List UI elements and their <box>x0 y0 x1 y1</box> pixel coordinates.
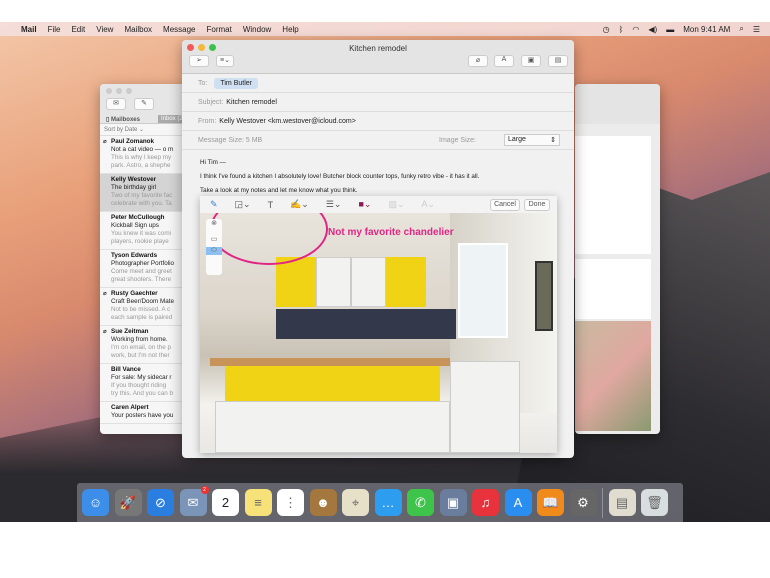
dock-safari-icon[interactable]: ⊘ <box>147 489 174 516</box>
attachment-icon: ⌀ <box>103 139 107 145</box>
dock-contacts-icon[interactable]: ☻ <box>309 489 337 516</box>
photo-browser-icon[interactable]: ▣ <box>521 55 541 67</box>
message-viewer-window <box>575 84 660 434</box>
fill-color-icon[interactable]: ▨⌄ <box>388 199 404 210</box>
menu-edit[interactable]: Edit <box>71 25 85 34</box>
attach-icon[interactable]: ⌀ <box>468 55 488 67</box>
dock-notes-icon[interactable]: ≡ <box>244 489 272 516</box>
to-field[interactable]: To: Tim Butler <box>182 74 574 93</box>
dock-calendar-icon[interactable]: 2 <box>212 489 239 516</box>
font-icon[interactable]: A⌄ <box>421 199 435 210</box>
annotation-text[interactable]: Not my favorite chandelier <box>328 227 454 238</box>
message-list-item[interactable]: ⌀ Sue Zeitman Working from home. I'm on ema… <box>100 326 190 364</box>
recipient-token[interactable]: Tim Butler <box>214 77 258 89</box>
attachment-icon: ⌀ <box>103 291 107 297</box>
get-mail-button[interactable]: ✉ <box>106 98 126 110</box>
cancel-button[interactable]: Cancel <box>490 199 520 211</box>
mailboxes-button[interactable]: ▯ Mailboxes <box>106 116 140 123</box>
dock-messages-icon[interactable]: … <box>374 489 402 516</box>
markup-editor: ✎ ◲⌄ T ✍⌄ ☰⌄ ■⌄ ▨⌄ A⌄ Cancel Done Not my… <box>200 196 557 453</box>
image-size-select[interactable]: Large ⇕ <box>504 134 560 146</box>
message-list-item[interactable]: Bill Vance For sale: My sidecar r If you t… <box>100 364 190 402</box>
notification-center-icon[interactable]: ☰ <box>753 25 760 34</box>
message-list-item[interactable]: Tyson Edwards Photographer Portfolio Come … <box>100 250 190 288</box>
message-list-item[interactable]: Caren Alpert Your posters have you <box>100 402 190 424</box>
dock-app-store-icon[interactable]: A <box>504 489 532 516</box>
photo-attachment <box>575 321 651 431</box>
dock-photo-booth-icon[interactable]: ▣ <box>439 489 467 516</box>
menu-help[interactable]: Help <box>282 25 298 34</box>
compose-button[interactable]: ✎ <box>134 98 154 110</box>
kitchen-photo: Not my favorite chandelier ⊗ ▭ ⬭ <box>200 213 557 453</box>
shape-palette: ⊗ ▭ ⬭ <box>206 219 222 275</box>
dock-facetime-icon[interactable]: ✆ <box>407 489 434 516</box>
spotlight-icon[interactable]: ⌕ <box>739 24 743 34</box>
fonts-icon[interactable]: A <box>494 55 514 67</box>
dock-maps-icon[interactable]: ⌖ <box>342 489 369 516</box>
dock-itunes-icon[interactable]: ♫ <box>472 489 499 516</box>
status-area: ◷ ᛒ ◠ ◀) ▬ Mon 9:41 AM ⌕ ☰ <box>603 22 760 36</box>
menu-message[interactable]: Message <box>163 25 195 34</box>
sketch-icon[interactable]: ✎ <box>210 199 218 210</box>
mail-badge: 2 <box>200 486 209 494</box>
from-field[interactable]: From: Kelly Westover <km.westover@icloud.… <box>182 112 574 131</box>
dock-ibooks-icon[interactable]: 📖 <box>537 489 564 516</box>
dock-trash-icon[interactable]: 🗑 <box>641 489 668 516</box>
stationery-icon[interactable]: ▤ <box>548 55 568 67</box>
line-style-icon[interactable]: ☰⌄ <box>326 199 342 210</box>
message-list-item[interactable]: ⌀ Rusty Gaechter Craft Beer/Doom Mate Not t… <box>100 288 190 326</box>
dock-launchpad-icon[interactable]: 🚀 <box>114 489 142 516</box>
done-button[interactable]: Done <box>524 199 550 211</box>
dock-separator <box>602 487 603 518</box>
menu-window[interactable]: Window <box>243 25 271 34</box>
window-title: Kitchen remodel <box>349 44 407 53</box>
message-list-item[interactable]: Peter McCullough Kickball Sign ups You kne… <box>100 212 190 250</box>
oval-shape-icon[interactable]: ⬭ <box>206 247 222 255</box>
wifi-icon[interactable]: ◠ <box>632 25 639 34</box>
rect-shape-icon[interactable]: ▭ <box>206 235 222 243</box>
volume-icon[interactable]: ◀) <box>648 25 657 34</box>
message-list-item[interactable]: ⌀ Paul Zomanok Not a cat video — o m This i… <box>100 136 190 174</box>
text-icon[interactable]: T <box>268 200 274 210</box>
bluetooth-icon[interactable]: ᛒ <box>619 25 624 34</box>
clock[interactable]: Mon 9:41 AM <box>683 25 730 34</box>
battery-icon[interactable]: ▬ <box>666 25 674 34</box>
dock: ☺ 🚀 ⊘ ✉ 2 2 ≡ ⋮ ☻ ⌖… ✆ ▣ ♫ A 📖 ⚙ ▤ 🗑 <box>77 483 683 522</box>
time-machine-icon[interactable]: ◷ <box>603 25 610 34</box>
dock-system-preferences-icon[interactable]: ⚙ <box>569 489 597 516</box>
loupe-icon[interactable]: ⊗ <box>206 219 222 227</box>
dock-finder-icon[interactable]: ☺ <box>82 489 109 516</box>
subject-field[interactable]: Subject: Kitchen remodel <box>182 93 574 112</box>
format-list-button[interactable]: ≡⌄ <box>216 55 234 67</box>
attachment-icon: ⌀ <box>103 329 107 335</box>
mailbox-window: ✉ ✎ ▯ Mailboxes Inbox (2) Sort by Date ⌄… <box>100 84 190 434</box>
menu-mail[interactable]: Mail <box>21 25 37 34</box>
dock-reminders-icon[interactable]: ⋮ <box>277 489 304 516</box>
signature-icon[interactable]: ✍⌄ <box>290 199 309 210</box>
border-color-icon[interactable]: ■⌄ <box>358 199 371 210</box>
menu-view[interactable]: View <box>96 25 113 34</box>
dock-mail-icon[interactable]: ✉ 2 <box>179 486 209 516</box>
message-list-item[interactable]: Kelly Westover The birthday girl Two of my… <box>100 174 190 212</box>
menu-format[interactable]: Format <box>207 25 232 34</box>
size-row: Message Size: 5 MB Image Size: Large ⇕ <box>182 131 574 150</box>
menu-file[interactable]: File <box>48 25 61 34</box>
sort-menu[interactable]: Sort by Date ⌄ <box>100 124 190 136</box>
shapes-icon[interactable]: ◲⌄ <box>235 199 251 210</box>
menu-mailbox[interactable]: Mailbox <box>124 25 152 34</box>
dock-preview-icon[interactable]: ▤ <box>608 489 636 516</box>
send-icon[interactable]: ➢ <box>189 55 209 67</box>
